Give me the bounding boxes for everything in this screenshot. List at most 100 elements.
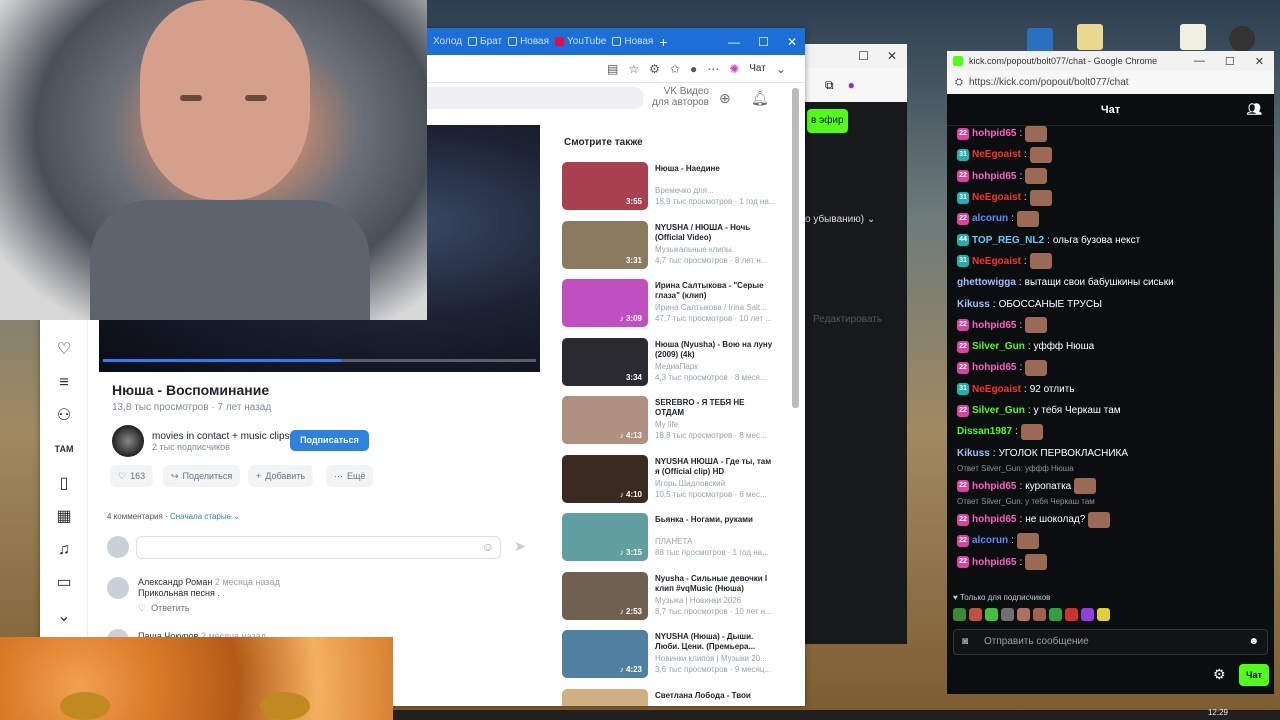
chat-message[interactable]: 22 hohpid65: [957, 166, 1267, 187]
vk-video-authors-link[interactable]: VK Видео для авторов [649, 86, 709, 108]
emote-icon[interactable] [953, 608, 966, 621]
chat-username[interactable]: Silver_Gun [972, 405, 1025, 416]
related-title[interactable]: NYUSHA / НЮША - Ночь (Official Video) [655, 223, 775, 243]
close-icon[interactable]: ✕ [1255, 55, 1264, 68]
chat-message[interactable]: 31 NeEgoaist: [957, 144, 1267, 165]
close-icon[interactable]: ✕ [787, 35, 797, 49]
chat-label[interactable]: Чат [749, 63, 766, 74]
send-chat-button[interactable]: Чат [1239, 664, 1269, 686]
send-icon[interactable]: ➤ [514, 538, 526, 555]
edit-button[interactable]: Редактировать [813, 314, 882, 325]
maximize-icon[interactable]: ☐ [858, 49, 869, 63]
chat-message[interactable]: 22 hohpid65: [957, 315, 1267, 336]
vk-search-input[interactable] [427, 87, 643, 109]
emote-icon[interactable] [1065, 608, 1078, 621]
chat-username[interactable]: hohpid65 [972, 481, 1016, 492]
chat-message[interactable]: 22 hohpid65: [957, 552, 1267, 573]
related-video-item[interactable]: ♪ 3:15 Бьянка - Ногами, руками ПЛАНЕТА 88 т… [562, 513, 777, 563]
related-video-item[interactable]: 3:34 Нюша (Nyusha) - Вою на луну (2009) (… [562, 337, 777, 388]
sort-dropdown[interactable]: о убыванию) ⌄ [805, 214, 885, 225]
emote-icon[interactable] [1017, 608, 1030, 621]
chat-username[interactable]: hohpid65 [972, 128, 1016, 139]
related-thumbnail[interactable] [562, 688, 648, 706]
copilot-icon[interactable]: ✺ [729, 62, 739, 76]
related-thumbnail[interactable]: ♪ 4:13 [562, 396, 648, 444]
vk-scrollbar[interactable] [792, 88, 799, 408]
related-video-item[interactable]: Светлана Лобода - Твои [562, 688, 777, 706]
chat-message[interactable]: 22 hohpid65: не шоколад? [957, 509, 1267, 530]
chat-message[interactable]: 22 Silver_Gun: уффф Нюша [957, 336, 1267, 357]
related-thumbnail[interactable]: 3:31 [562, 220, 648, 269]
video-progress-bar[interactable] [103, 359, 536, 362]
related-title[interactable]: Бьянка - Ногами, руками [655, 515, 775, 525]
chat-username[interactable]: Kikuss [957, 299, 990, 310]
browser-tab[interactable]: Брат [468, 36, 502, 47]
chat-username[interactable]: NeEgoaist [972, 192, 1021, 203]
chevron-down-icon[interactable]: ⌄ [53, 606, 75, 628]
chat-message[interactable]: 31 NeEgoaist: [957, 251, 1267, 272]
chat-message[interactable]: 22 hohpid65: куропатка [957, 476, 1267, 497]
related-video-item[interactable]: ♪ 4:10 NYUSHA НЮША - Где ты, там я (Offic… [562, 454, 777, 505]
chat-message[interactable]: 31 NeEgoaist: 92 отлить [957, 379, 1267, 400]
emote-icon[interactable] [1081, 608, 1094, 621]
related-title[interactable]: SEREBRO - Я ТЕБЯ НЕ ОТДАМ [655, 398, 775, 418]
close-icon[interactable]: ✕ [887, 49, 897, 63]
related-author[interactable]: Новинки клипов | Музыки 20... [655, 654, 775, 663]
notification-bell-icon[interactable]: 🔔︎ [751, 90, 769, 107]
desktop-icon[interactable] [1229, 26, 1255, 52]
related-video-item[interactable]: ♪ 4:23 NYUSHA (Нюша) - Дыши. Люби. Цени. … [562, 630, 777, 680]
tv-icon[interactable]: ▭ [53, 572, 75, 594]
comment-avatar[interactable] [107, 577, 129, 599]
profile-icon[interactable]: ● [848, 78, 855, 92]
related-video-item[interactable]: ♪ 3:09 Ирина Салтыкова - "Серые глаза" (к… [562, 279, 777, 329]
chat-username[interactable]: ghettowigga [957, 277, 1016, 288]
chat-username[interactable]: hohpid65 [972, 320, 1016, 331]
subscribe-button[interactable]: Подписаться [290, 430, 369, 451]
maximize-icon[interactable]: ☐ [1225, 55, 1235, 68]
emote-icon[interactable] [1033, 608, 1046, 621]
chat-username[interactable]: alcorun [972, 535, 1008, 546]
emoji-icon[interactable]: ☺ [482, 540, 494, 554]
chat-username[interactable]: TOP_REG_NL2 [972, 235, 1044, 246]
taskbar-clock[interactable]: 12:29 [1208, 708, 1228, 717]
related-title[interactable]: Ирина Салтыкова - "Серые глаза" (клип) [655, 281, 775, 301]
related-thumbnail[interactable]: ♪ 4:10 [562, 454, 648, 503]
chat-username[interactable]: hohpid65 [972, 362, 1016, 373]
playlist-add-icon[interactable]: ≡ [53, 372, 75, 394]
chat-message[interactable]: Kikuss: УГОЛОК ПЕРВОКЛАСНИКА [957, 442, 1267, 463]
related-video-item[interactable]: 3:31 NYUSHA / НЮША - Ночь (Official Video… [562, 220, 777, 271]
tam-icon[interactable]: ТАМ [53, 438, 75, 460]
chat-message[interactable]: 31 NeEgoaist: [957, 187, 1267, 208]
chat-message[interactable]: 22 hohpid65: [957, 357, 1267, 378]
related-author[interactable]: ПЛАНЕТА [655, 537, 775, 546]
related-video-item[interactable]: ♪ 2:53 Nyusha - Сильные девочки I клип #v… [562, 571, 777, 622]
comment-input[interactable]: ☺ [136, 536, 501, 559]
comment-author-name[interactable]: Александр Роман [138, 577, 212, 587]
related-title[interactable]: Нюша - Наедине [655, 164, 775, 174]
related-thumbnail[interactable]: ♪ 4:23 [562, 630, 648, 678]
browser-tab[interactable]: YouTube [555, 36, 606, 47]
desktop-icon[interactable] [1077, 24, 1103, 50]
related-author[interactable]: My life [655, 420, 775, 429]
related-title[interactable]: NYUSHA НЮША - Где ты, там я (Official cl… [655, 457, 775, 477]
chat-username[interactable]: NeEgoaist [972, 256, 1021, 267]
browser-tab[interactable]: Новая [508, 36, 549, 47]
related-title[interactable]: Нюша (Nyusha) - Вою на луну (2009) (4k) [655, 340, 775, 360]
minimize-icon[interactable]: — [728, 35, 740, 49]
minimize-icon[interactable]: — [1194, 55, 1205, 68]
channel-info[interactable]: movies in contact + music clips 2 тыс по… [112, 425, 290, 457]
chat-message[interactable]: ghettowigga: вытащи свои бабушкины сиськ… [957, 272, 1267, 293]
add-button[interactable]: + Добавить [248, 465, 314, 487]
related-thumbnail[interactable]: ♪ 3:09 [562, 279, 648, 327]
related-thumbnail[interactable]: 3:55 [562, 162, 648, 210]
menu-dots-icon[interactable]: ⋯ [707, 62, 719, 76]
users-icon[interactable]: 👥︎ [1247, 102, 1262, 116]
chat-username[interactable]: hohpid65 [972, 557, 1016, 568]
chat-username[interactable]: NeEgoaist [972, 384, 1021, 395]
chat-message[interactable]: 22 Silver_Gun: у тебя Черкаш там [957, 400, 1267, 421]
channel-avatar[interactable] [112, 425, 144, 457]
related-author[interactable]: МедиаПарк [655, 362, 775, 371]
go-live-button[interactable]: в эфир [807, 109, 848, 133]
browser-tab[interactable]: Новая [612, 36, 653, 47]
like-button[interactable]: ♡ 163 [110, 465, 154, 487]
